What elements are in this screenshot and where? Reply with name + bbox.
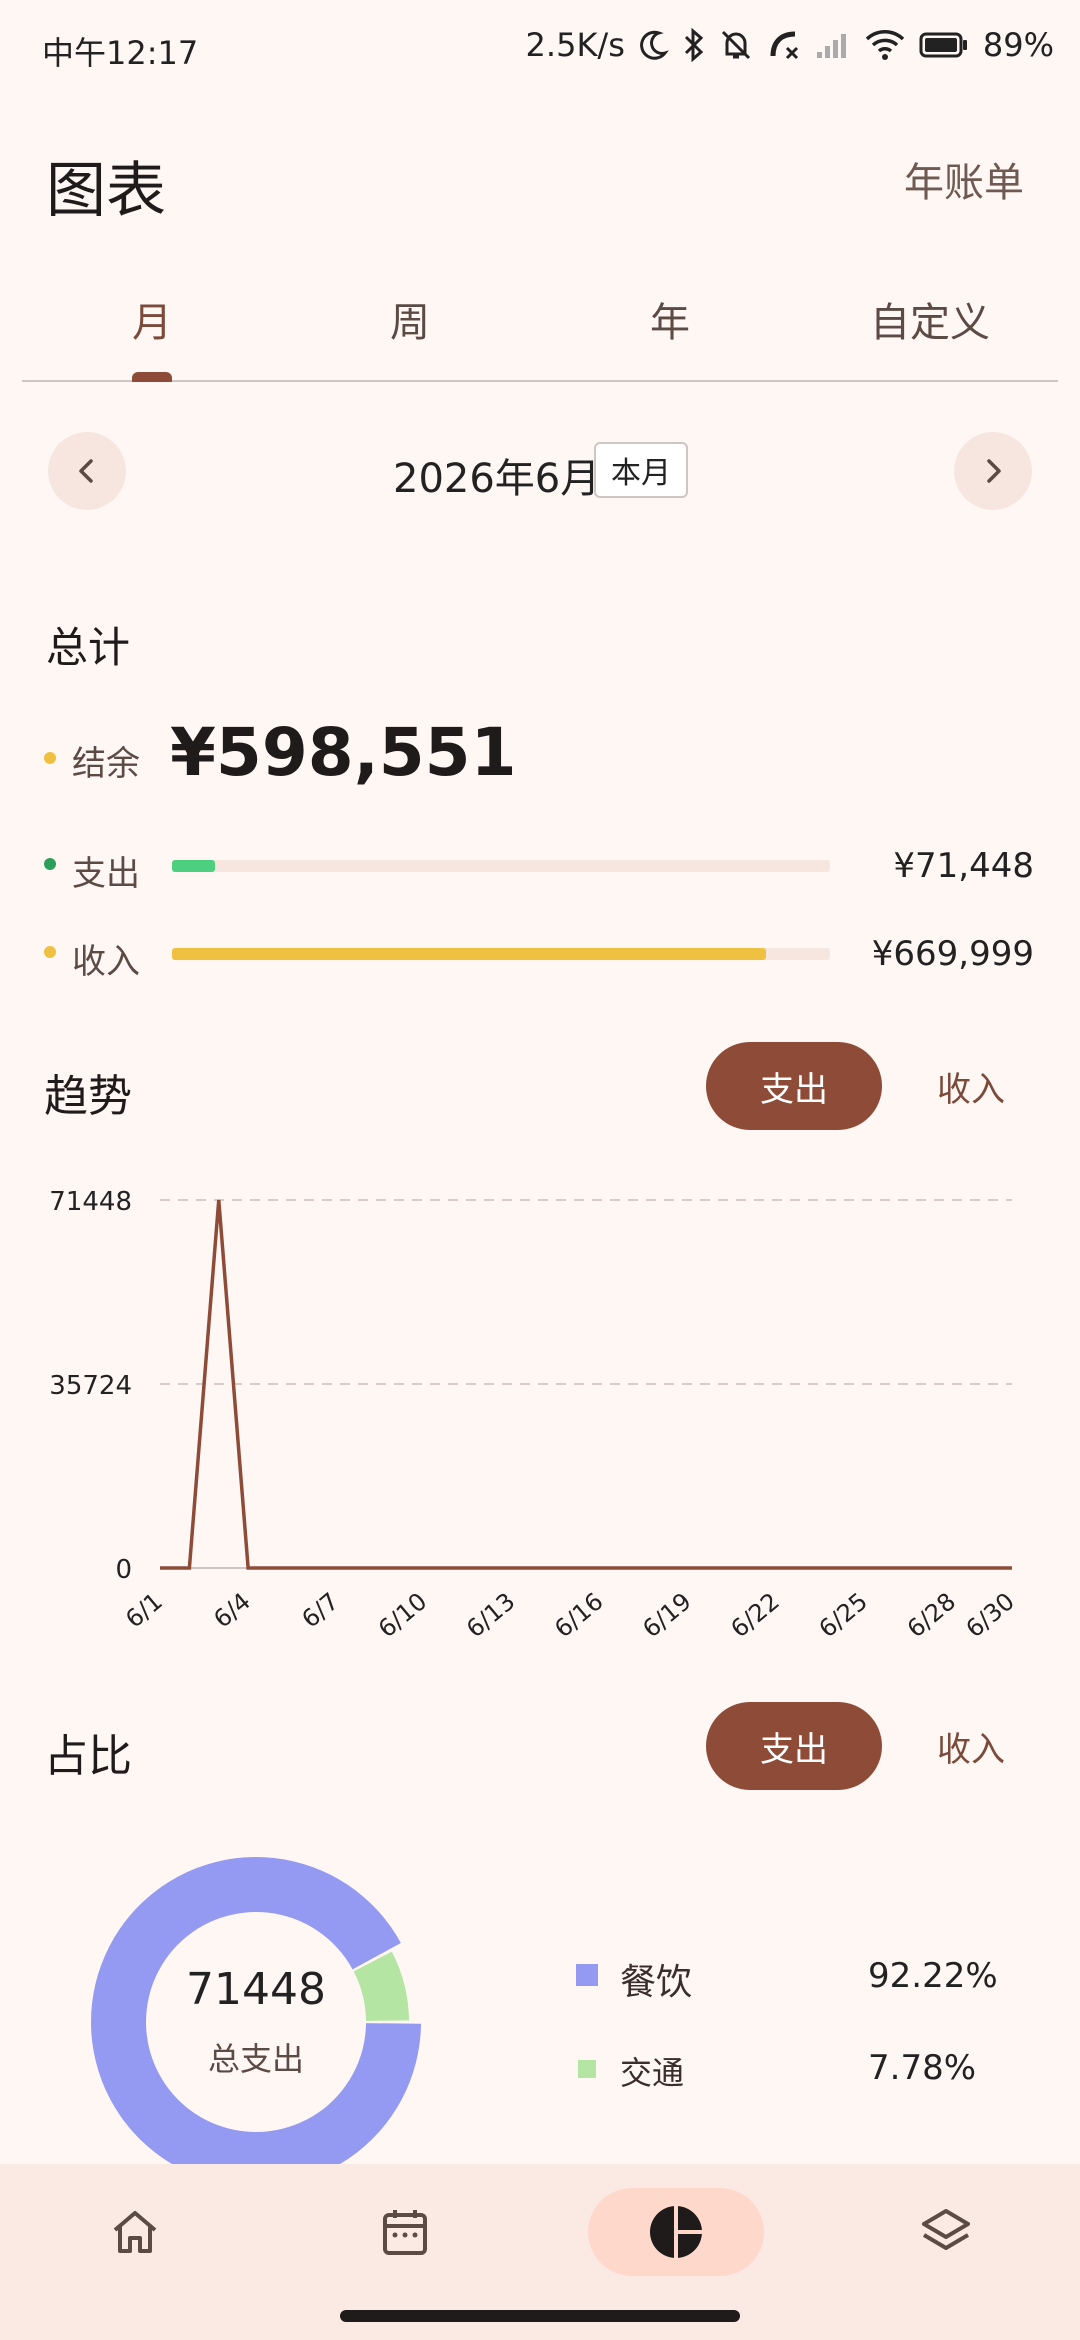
net-speed: 2.5K/s [525,26,625,64]
x-tick-label: 6/16 [549,1587,608,1643]
share-heading: 占比 [44,1731,132,1782]
tab-month[interactable]: 月 [22,290,282,348]
next-month-button[interactable] [954,432,1032,510]
balance-label: 结余 [72,744,140,784]
income-bar-track [172,948,830,960]
page-title: 图表 [46,156,166,226]
trend-income-button[interactable]: 收入 [906,1042,1036,1130]
x-tick-label: 6/13 [461,1587,520,1643]
battery-percent: 89% [982,26,1054,64]
chevron-left-icon [79,459,93,483]
legend-name-dining: 餐饮 [620,1962,693,2003]
legend-swatch-transport [578,2060,596,2078]
donut-slice [90,1857,421,2187]
x-tick-label: 6/28 [902,1587,961,1643]
trend-expense-button[interactable]: 支出 [706,1042,882,1130]
expense-amount: ¥71,448 [893,846,1034,886]
bluetooth-icon [684,28,704,62]
x-tick-label: 6/7 [297,1587,345,1633]
expense-bar-track [172,860,830,872]
income-label: 收入 [72,942,140,982]
wifi-icon [865,30,905,60]
tab-divider [22,380,1058,382]
status-time: 中午12:17 [42,34,199,72]
x-tick-label: 6/10 [373,1587,432,1643]
home-indicator [340,2310,740,2322]
income-amount: ¥669,999 [871,934,1034,974]
nav-home[interactable] [47,2188,223,2276]
x-tick-label: 6/30 [961,1587,1020,1643]
mute-bell-icon [721,30,750,60]
battery-icon [919,32,967,58]
share-expense-button[interactable]: 支出 [706,1702,882,1790]
x-tick-label: 6/22 [726,1587,785,1643]
donut-total: 71448 [186,1964,326,2015]
chevron-right-icon [987,459,1001,483]
balance-dot [44,752,56,764]
tab-year[interactable]: 年 [540,290,800,348]
period-label: 2026年6月 [393,456,601,502]
x-tick-label: 6/1 [120,1587,168,1633]
trend-heading: 趋势 [44,1071,132,1122]
y-tick-label: 0 [115,1555,132,1585]
donut-caption: 总支出 [207,2040,304,2078]
tab-indicator [132,372,172,382]
y-tick-label: 35724 [49,1371,132,1401]
nav-more[interactable] [858,2188,1034,2276]
x-tick-label: 6/25 [814,1587,873,1643]
legend-percent-dining: 92.22% [868,1956,998,1996]
prev-month-button[interactable] [48,432,126,510]
income-dot [44,946,56,958]
expense-bar-fill [172,860,216,872]
status-icons: 2.5K/s 89% [526,26,1054,64]
share-income-button[interactable]: 收入 [906,1702,1036,1790]
tab-custom[interactable]: 自定义 [800,290,1060,348]
x-tick-label: 6/4 [208,1587,256,1633]
nav-calendar[interactable] [317,2188,493,2276]
y-tick-label: 71448 [49,1187,132,1217]
nav-charts[interactable] [588,2188,764,2276]
calendar-icon [383,2210,427,2255]
annual-bill-link[interactable]: 年账单 [904,150,1024,208]
tab-week[interactable]: 周 [280,290,540,348]
legend-swatch-dining [576,1964,598,1986]
moon-icon [639,30,669,60]
legend-name-transport: 交通 [620,2054,685,2092]
total-heading: 总计 [46,623,131,672]
income-bar-fill [172,948,766,960]
category-donut-chart [90,1857,421,2187]
expense-label: 支出 [72,854,140,894]
call-missed-icon [770,31,798,60]
legend-percent-transport: 7.78% [868,2048,977,2088]
home-icon [113,2211,157,2253]
trend-line-chart: 0 35724 71448 6/1 6/4 6/7 6/10 6/13 6/16 6/19 6/22… [49,1187,1020,1643]
pie-chart-icon [650,2206,702,2258]
expense-dot [44,858,56,870]
signal-icon [816,34,846,58]
balance-value: ¥598,551 [170,714,517,791]
x-tick-label: 6/19 [637,1587,696,1643]
this-month-button[interactable]: 本月 [594,442,688,498]
layers-icon [922,2209,970,2250]
